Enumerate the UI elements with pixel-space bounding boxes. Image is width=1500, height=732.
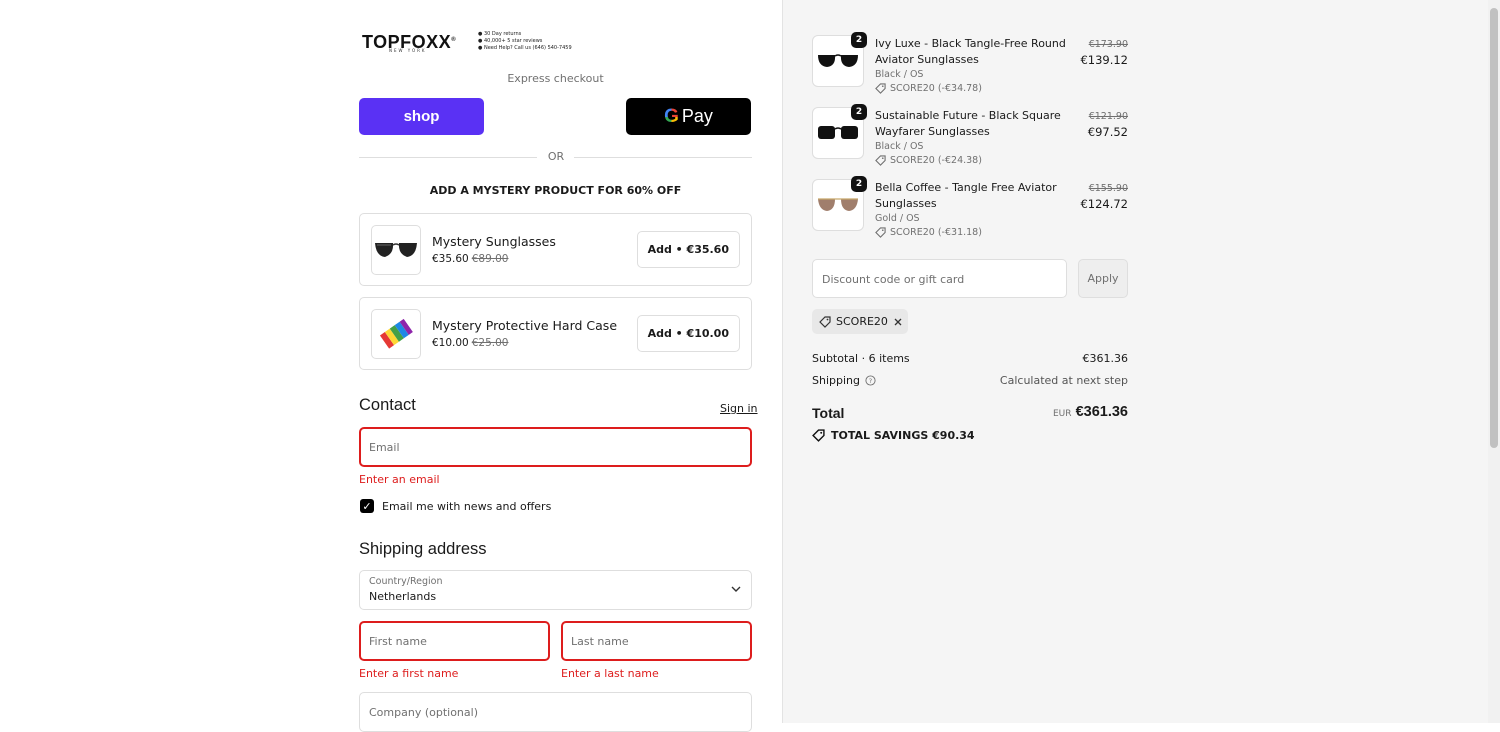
brand-info-line: ● 30 Day returns [478,31,522,37]
email-field[interactable]: Email [359,427,752,467]
add-mystery-sunglasses-button[interactable]: Add • €35.60 [636,231,740,268]
cart-item-price: €97.52 [1087,125,1128,139]
shipping-row: Shipping ? [812,374,876,387]
first-name-field[interactable]: First name [359,621,550,661]
cart-item-variant: Gold / OS [875,213,920,224]
cart-item-price: €124.72 [1080,197,1128,211]
cart-item-quantity: 2 [851,104,867,120]
cart-item-discount: SCORE20 (-€34.78) [875,83,982,94]
country-label: Country/Region [369,576,443,587]
cart-item-quantity: 2 [851,176,867,192]
cart-item-name: Bella Coffee - Tangle Free Aviator Sungl… [875,181,1057,210]
shipping-value: Calculated at next step [999,374,1128,387]
applied-code-label: SCORE20 [836,315,888,328]
sign-in-link[interactable]: Sign in [720,402,758,415]
country-value: Netherlands [369,590,437,603]
cart-item-name: Sustainable Future - Black Square Wayfar… [875,109,1061,138]
help-circle-icon[interactable]: ? [865,375,876,386]
chevron-down-icon [731,585,741,593]
total-label: Total [812,405,845,421]
scrollbar-thumb[interactable] [1490,8,1498,448]
cart-item-old-price: €121.90 [1088,111,1128,122]
divider-left [359,157,537,158]
newsletter-checkbox[interactable]: ✓ [360,499,374,513]
upsell-card: Mystery Sunglasses €35.60 €89.00 Add • €3… [359,213,752,286]
company-field[interactable]: Company (optional) [359,692,752,732]
total-savings: TOTAL SAVINGS €90.34 [812,429,975,442]
company-placeholder: Company (optional) [369,706,478,719]
brand-city: NEW YORK [389,48,427,53]
first-name-placeholder: First name [369,635,427,648]
cart-item-variant: Black / OS [875,141,924,152]
mystery-case-image [371,309,421,359]
divider-right [574,157,752,158]
tag-icon [875,155,886,166]
express-checkout-label: Express checkout [507,72,604,85]
first-name-error: Enter a first name [359,667,459,680]
upsell-title: ADD A MYSTERY PRODUCT FOR 60% OFF [429,184,682,197]
shop-pay-button[interactable]: shop [359,98,484,135]
cart-item-old-price: €155.90 [1088,183,1128,194]
tag-icon [875,227,886,238]
tag-icon [875,83,886,94]
cart-item-name: Ivy Luxe - Black Tangle-Free Round Aviat… [875,37,1066,66]
shipping-heading: Shipping address [359,540,487,558]
tag-icon [812,429,825,442]
discount-placeholder: Discount code or gift card [822,273,965,286]
google-pay-button[interactable]: G Pay [626,98,751,135]
last-name-field[interactable]: Last name [561,621,752,661]
cart-item-quantity: 2 [851,32,867,48]
total-currency: EUR [1053,409,1072,419]
last-name-placeholder: Last name [571,635,629,648]
shipping-label: Shipping [812,374,860,387]
upsell-item-name: Mystery Sunglasses [432,234,556,249]
contact-heading: Contact [359,396,416,414]
email-error: Enter an email [359,473,440,486]
cart-item-price: €139.12 [1080,53,1128,67]
brand-info: ● 30 Day returns ● 40,000+ 5 star review… [478,31,572,52]
apply-discount-button[interactable]: Apply [1078,259,1128,298]
upsell-card: Mystery Protective Hard Case €10.00 €25.0… [359,297,752,370]
add-mystery-case-button[interactable]: Add • €10.00 [636,315,740,352]
tag-icon [819,315,831,328]
mystery-sunglasses-image [371,225,421,275]
svg-text:?: ? [869,377,872,385]
cart-item-old-price: €173.90 [1088,39,1128,50]
upsell-item-price: €10.00 €25.00 [432,337,509,349]
country-select[interactable]: Country/Region Netherlands [359,570,752,610]
upsell-item-price: €35.60 €89.00 [432,253,509,265]
or-divider-label: OR [547,150,565,163]
newsletter-label: Email me with news and offers [382,500,552,513]
last-name-error: Enter a last name [561,667,659,680]
cart-item-discount: SCORE20 (-€24.38) [875,155,982,166]
email-placeholder: Email [369,441,400,454]
remove-discount-icon[interactable] [893,317,903,327]
discount-code-input[interactable]: Discount code or gift card [812,259,1067,298]
google-g-icon: G [664,105,679,127]
applied-discount-chip: SCORE20 [812,309,908,334]
cart-item-discount: SCORE20 (-€31.18) [875,227,982,238]
subtotal-value: €361.36 [1082,352,1129,365]
cart-item-variant: Black / OS [875,69,924,80]
total-amount: €361.36 [1075,404,1128,420]
subtotal-label: Subtotal · 6 items [812,352,910,365]
brand-info-line: ● Need Help? Call us (646) 540-7459 [478,45,572,51]
brand-info-line: ● 40,000+ 5 star reviews [478,38,543,44]
upsell-item-name: Mystery Protective Hard Case [432,318,618,333]
